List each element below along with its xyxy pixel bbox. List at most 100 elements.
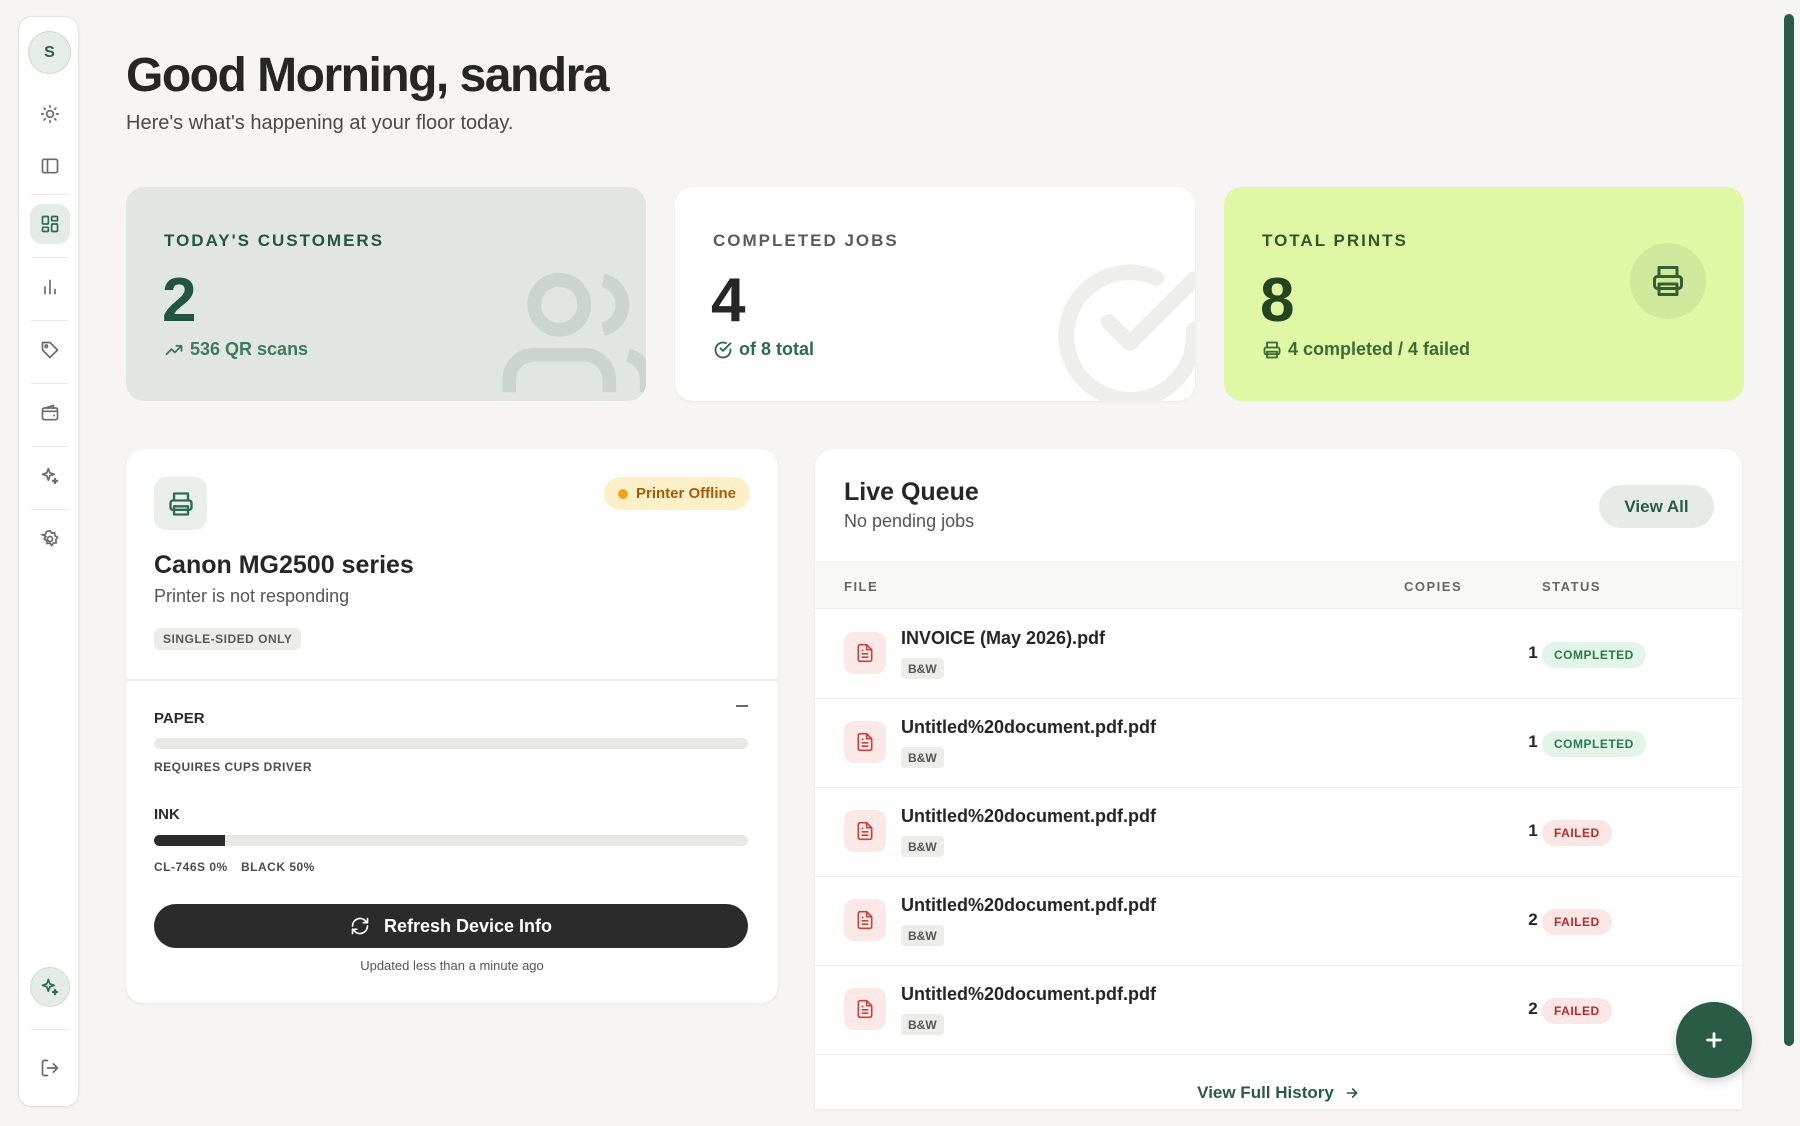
divider (126, 679, 778, 681)
ink-cartridge-black: BLACK 50% (241, 860, 315, 874)
printer-status-text: Printer is not responding (154, 586, 350, 606)
file-name: Untitled%20document.pdf.pdf (901, 895, 1156, 915)
file-pdf-icon (844, 988, 886, 1030)
queue-title: Live Queue (844, 478, 979, 506)
theme-icon[interactable] (30, 94, 70, 134)
total-jobs-text: of 8 total (739, 339, 814, 359)
collapse-icon[interactable] (736, 705, 748, 707)
completed-label: COMPLETED JOBS (713, 231, 899, 250)
sidebar: S (18, 16, 79, 1107)
settings-icon[interactable] (30, 519, 70, 559)
table-row[interactable]: INVOICE (May 2026).pdf B&W 1 COMPLETED (815, 610, 1742, 699)
table-header: FILE COPIES STATUS (815, 561, 1742, 609)
trending-up-icon (165, 344, 183, 355)
check-circle-small-icon (714, 341, 732, 358)
file-name: Untitled%20document.pdf.pdf (901, 806, 1156, 826)
printer-card: Printer Offline Canon MG2500 series Prin… (126, 449, 778, 1003)
ink-level-bar (154, 835, 748, 846)
customers-card: TODAY'S CUSTOMERS 2 536 QR scans (126, 187, 646, 401)
column-file: FILE (844, 579, 879, 594)
file-pdf-icon (844, 721, 886, 763)
add-job-button[interactable] (1676, 1002, 1752, 1078)
print-mode-badge: B&W (901, 836, 944, 857)
status-badge: FAILED (1542, 909, 1612, 935)
column-status: STATUS (1542, 579, 1602, 594)
ink-label: INK (154, 806, 180, 823)
total-prints-card: TOTAL PRINTS 8 4 completed / 4 failed (1224, 187, 1744, 401)
status-badge-label: Printer Offline (635, 485, 736, 502)
avatar-initial: S (44, 43, 55, 61)
sidebar-divider (31, 383, 68, 384)
view-all-button[interactable]: View All (1599, 485, 1714, 528)
table-row[interactable]: Untitled%20document.pdf.pdf B&W 2 FAILED (815, 877, 1742, 966)
printer-name: Canon MG2500 series (154, 551, 414, 579)
prints-label: TOTAL PRINTS (1262, 231, 1408, 250)
users-icon (502, 272, 646, 393)
customers-label: TODAY'S CUSTOMERS (164, 231, 385, 250)
tag-icon[interactable] (30, 330, 70, 370)
sidebar-toggle-icon[interactable] (30, 146, 70, 186)
scrollbar[interactable] (1784, 14, 1794, 1046)
print-mode-badge: B&W (901, 747, 944, 768)
qr-scans-text: 536 QR scans (190, 339, 309, 359)
completed-value: 4 (711, 266, 746, 335)
refresh-device-button[interactable]: Refresh Device Info (154, 904, 748, 948)
print-mode-badge: B&W (901, 925, 944, 946)
completed-footer: of 8 total (713, 339, 814, 360)
table-row[interactable]: Untitled%20document.pdf.pdf B&W 1 FAILED (815, 788, 1742, 877)
history-label: View Full History (1197, 1083, 1334, 1102)
arrow-right-icon (1346, 1088, 1358, 1098)
sidebar-divider (31, 320, 68, 321)
status-badge: COMPLETED (1542, 731, 1646, 757)
avatar[interactable]: S (28, 31, 71, 74)
prints-footer: 4 completed / 4 failed (1262, 339, 1470, 360)
sidebar-divider (31, 194, 68, 195)
prints-breakdown-text: 4 completed / 4 failed (1288, 339, 1471, 359)
file-pdf-icon (844, 632, 886, 674)
table-row[interactable]: Untitled%20document.pdf.pdf B&W 2 FAILED (815, 966, 1742, 1055)
ink-level-fill (154, 835, 226, 846)
plus-icon (1706, 1032, 1722, 1048)
live-queue-card: Live Queue No pending jobs View All FILE… (815, 449, 1742, 1109)
page-title: Good Morning, sandra (126, 49, 610, 102)
completed-jobs-card: COMPLETED JOBS 4 of 8 total (675, 187, 1195, 401)
file-name: Untitled%20document.pdf.pdf (901, 717, 1156, 737)
ai-assistant-icon[interactable] (30, 967, 70, 1007)
page-subtitle: Here's what's happening at your floor to… (126, 112, 514, 134)
dashboard-icon[interactable] (30, 204, 70, 244)
refresh-label: Refresh Device Info (383, 915, 553, 936)
refresh-icon (351, 917, 369, 935)
printer-badge-icon (1630, 243, 1706, 319)
customers-footer: 536 QR scans (164, 339, 308, 360)
paper-note: REQUIRES CUPS DRIVER (154, 760, 313, 774)
analytics-icon[interactable] (30, 267, 70, 307)
prints-value: 8 (1260, 266, 1295, 335)
status-badge: Printer Offline (603, 477, 750, 510)
file-name: Untitled%20document.pdf.pdf (901, 984, 1156, 1004)
sidebar-divider (31, 1029, 68, 1030)
ink-cartridge-color: CL-746S 0% (154, 860, 228, 874)
status-badge: FAILED (1542, 820, 1612, 846)
file-pdf-icon (844, 810, 886, 852)
table-row[interactable]: Untitled%20document.pdf.pdf B&W 1 COMPLETED (815, 699, 1742, 788)
customers-value: 2 (162, 266, 197, 335)
paper-label: PAPER (154, 710, 205, 727)
updated-text: Updated less than a minute ago (360, 958, 544, 973)
column-copies: COPIES (1404, 579, 1463, 594)
logout-icon[interactable] (30, 1048, 70, 1088)
view-full-history-link[interactable]: View Full History (815, 1083, 1742, 1103)
offline-dot-icon (617, 488, 628, 499)
print-mode-badge: B&W (901, 1014, 944, 1035)
status-badge: COMPLETED (1542, 642, 1646, 668)
print-mode-badge: B&W (901, 658, 944, 679)
sparkles-icon[interactable] (30, 456, 70, 496)
wallet-icon[interactable] (30, 393, 70, 433)
sidebar-divider (31, 446, 68, 447)
file-name: INVOICE (May 2026).pdf (901, 628, 1106, 648)
paper-level-bar (154, 738, 748, 749)
file-pdf-icon (844, 899, 886, 941)
check-circle-icon (1058, 264, 1195, 401)
queue-subtitle: No pending jobs (844, 511, 975, 531)
printer-icon (154, 477, 207, 530)
capability-pill: SINGLE-SIDED ONLY (154, 628, 302, 650)
